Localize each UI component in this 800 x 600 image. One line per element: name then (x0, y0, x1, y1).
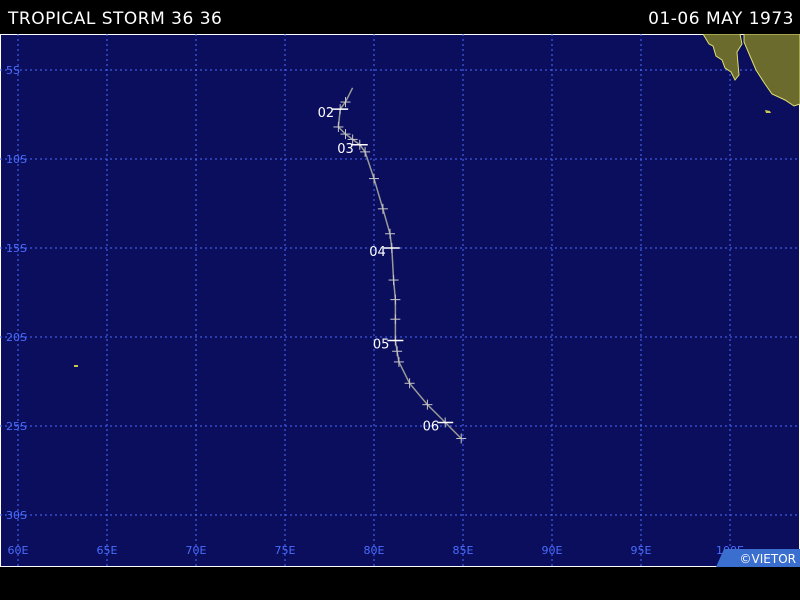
lat-label: 5S (6, 64, 20, 77)
storm-dates: 01-06 MAY 1973 (648, 9, 794, 29)
day-label: 04 (369, 245, 386, 260)
lon-label: 90E (542, 544, 563, 557)
island-small (74, 365, 78, 367)
ocean (0, 34, 800, 567)
lat-label: 10S (6, 153, 27, 166)
day-label: 05 (373, 338, 390, 353)
credit-badge: ©VIETOR (716, 549, 800, 567)
lon-label: 95E (631, 544, 652, 557)
credit-text: ©VIETOR (740, 552, 796, 566)
footer-bar (0, 567, 800, 600)
lon-label: 60E (8, 544, 29, 557)
lon-label: 70E (186, 544, 207, 557)
day-label: 02 (318, 106, 335, 121)
storm-title: TROPICAL STORM 36 36 (8, 9, 223, 29)
lon-label: 75E (275, 544, 296, 557)
lat-label: 30S (6, 509, 27, 522)
header-bar: TROPICAL STORM 36 36 01-06 MAY 1973 (0, 0, 800, 34)
lon-label: 85E (453, 544, 474, 557)
lon-label: 80E (364, 544, 385, 557)
lat-label: 25S (6, 420, 27, 433)
day-label: 06 (423, 419, 440, 434)
lon-label: 65E (97, 544, 118, 557)
lat-label: 15S (6, 242, 27, 255)
lat-label: 20S (6, 331, 27, 344)
track-map: 60E65E70E75E80E85E90E95E100E5S10S15S20S2… (0, 34, 800, 567)
day-label: 03 (337, 142, 354, 157)
